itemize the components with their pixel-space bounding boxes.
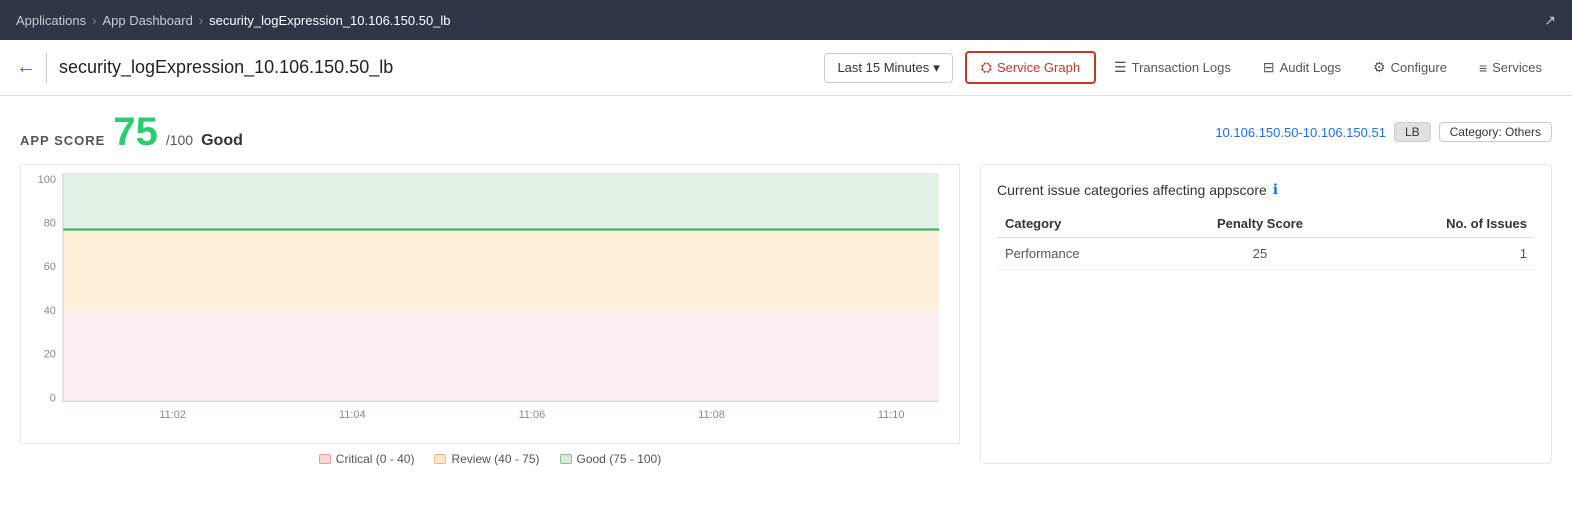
chart-review-zone — [63, 230, 939, 310]
breadcrumb-dashboard[interactable]: App Dashboard — [102, 13, 192, 28]
tab-service-graph-label: Service Graph — [997, 60, 1080, 75]
content-row: 100 80 60 40 20 0 — [20, 164, 1552, 466]
chart-critical-zone — [63, 310, 939, 401]
svg-text:11:04: 11:04 — [339, 409, 366, 421]
breadcrumb-current: security_logExpression_10.106.150.50_lb — [209, 13, 450, 28]
svg-text:11:06: 11:06 — [519, 409, 546, 421]
score-row: APP SCORE 75 /100 Good 10.106.150.50-10.… — [20, 112, 1552, 152]
audit-logs-icon: ⊟ — [1263, 59, 1275, 76]
cell-category: Performance — [997, 238, 1165, 270]
cell-issues: 1 — [1355, 238, 1535, 270]
legend-review-dot — [434, 454, 446, 464]
svg-text:80: 80 — [44, 218, 56, 230]
table-row: Performance 25 1 — [997, 238, 1535, 270]
transaction-logs-icon: ☰ — [1114, 59, 1127, 76]
topbar: Applications › App Dashboard › security_… — [0, 0, 1572, 40]
panel-title: Current issue categories affecting appsc… — [997, 181, 1535, 198]
svg-text:11:10: 11:10 — [878, 409, 905, 421]
app-score-label: APP SCORE — [20, 133, 105, 148]
tab-audit-logs-label: Audit Logs — [1280, 60, 1341, 75]
panel-table: Category Penalty Score No. of Issues Per… — [997, 210, 1535, 270]
tab-configure[interactable]: ⚙ Configure — [1359, 53, 1461, 82]
tab-transaction-logs[interactable]: ☰ Transaction Logs — [1100, 53, 1245, 82]
tab-transaction-logs-label: Transaction Logs — [1132, 60, 1231, 75]
configure-icon: ⚙ — [1373, 59, 1386, 76]
chart-container: 100 80 60 40 20 0 — [20, 164, 960, 466]
score-left: APP SCORE 75 /100 Good — [20, 112, 243, 152]
col-category: Category — [997, 210, 1165, 238]
tab-services-label: Services — [1492, 60, 1542, 75]
panel-table-header: Category Penalty Score No. of Issues — [997, 210, 1535, 238]
svg-text:11:02: 11:02 — [159, 409, 186, 421]
ip-link[interactable]: 10.106.150.50-10.106.150.51 — [1215, 125, 1386, 140]
info-icon[interactable]: ℹ — [1273, 181, 1278, 198]
chart-good-zone — [63, 173, 939, 230]
time-selector-label: Last 15 Minutes — [837, 60, 929, 75]
navbar: ← security_logExpression_10.106.150.50_l… — [0, 40, 1572, 96]
legend-critical-label: Critical (0 - 40) — [336, 452, 415, 466]
legend-good: Good (75 - 100) — [560, 452, 662, 466]
legend-good-dot — [560, 454, 572, 464]
category-badge: Category: Others — [1439, 122, 1552, 142]
col-penalty: Penalty Score — [1165, 210, 1355, 238]
lb-badge: LB — [1394, 122, 1431, 142]
legend-review-label: Review (40 - 75) — [451, 452, 539, 466]
breadcrumb-sep-1: › — [92, 13, 96, 28]
right-panel: Current issue categories affecting appsc… — [980, 164, 1552, 464]
time-selector[interactable]: Last 15 Minutes ▾ — [824, 53, 952, 83]
back-button[interactable]: ← — [16, 56, 36, 79]
panel-table-body: Performance 25 1 — [997, 238, 1535, 270]
svg-text:20: 20 — [44, 349, 56, 361]
app-score-max: /100 — [166, 132, 193, 148]
svg-text:0: 0 — [50, 392, 56, 404]
panel-title-text: Current issue categories affecting appsc… — [997, 182, 1267, 198]
chart-svg: 100 80 60 40 20 0 — [21, 165, 959, 443]
app-score-value: 75 — [113, 112, 158, 152]
chevron-down-icon: ▾ — [933, 60, 940, 76]
cell-penalty: 25 — [1165, 238, 1355, 270]
panel-table-header-row: Category Penalty Score No. of Issues — [997, 210, 1535, 238]
svg-text:40: 40 — [44, 305, 56, 317]
breadcrumb: Applications › App Dashboard › security_… — [16, 13, 451, 28]
legend-critical: Critical (0 - 40) — [319, 452, 415, 466]
breadcrumb-applications[interactable]: Applications — [16, 13, 86, 28]
breadcrumb-sep-2: › — [199, 13, 203, 28]
score-right: 10.106.150.50-10.106.150.51 LB Category:… — [1215, 122, 1552, 142]
tab-configure-label: Configure — [1391, 60, 1447, 75]
svg-text:11:08: 11:08 — [698, 409, 725, 421]
navbar-actions: Last 15 Minutes ▾ ⛭ Service Graph ☰ Tran… — [824, 51, 1556, 84]
nav-divider — [46, 53, 47, 83]
chart-legend: Critical (0 - 40) Review (40 - 75) Good … — [20, 452, 960, 466]
app-score-status: Good — [201, 132, 243, 150]
legend-good-label: Good (75 - 100) — [577, 452, 662, 466]
svg-text:60: 60 — [44, 261, 56, 273]
page-title: security_logExpression_10.106.150.50_lb — [59, 57, 824, 78]
legend-review: Review (40 - 75) — [434, 452, 539, 466]
tab-services[interactable]: ≡ Services — [1465, 54, 1556, 82]
legend-critical-dot — [319, 454, 331, 464]
external-link-icon[interactable]: ↗ — [1544, 12, 1556, 29]
col-issues: No. of Issues — [1355, 210, 1535, 238]
svg-text:100: 100 — [38, 174, 56, 186]
services-icon: ≡ — [1479, 60, 1487, 76]
main-content: APP SCORE 75 /100 Good 10.106.150.50-10.… — [0, 96, 1572, 482]
tab-service-graph[interactable]: ⛭ Service Graph — [965, 51, 1096, 84]
tab-audit-logs[interactable]: ⊟ Audit Logs — [1249, 53, 1355, 82]
service-graph-icon: ⛭ — [981, 59, 992, 76]
chart-area: 100 80 60 40 20 0 — [20, 164, 960, 444]
